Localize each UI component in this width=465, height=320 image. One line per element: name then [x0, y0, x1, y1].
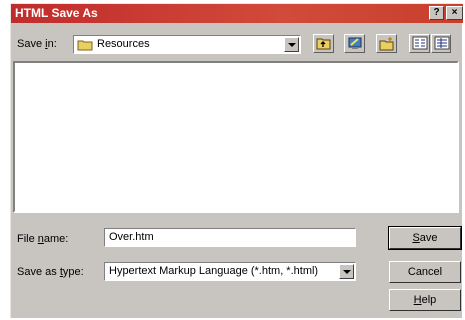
up-one-level-icon [316, 38, 331, 50]
help-button[interactable]: Help [389, 289, 461, 311]
save-as-dialog: HTML Save As ? × Save in: Resources File… [10, 3, 463, 318]
file-name-field[interactable] [104, 228, 356, 247]
save-as-type-value: Hypertext Markup Language (*.htm, *.html… [109, 265, 319, 277]
list-view-icon [412, 36, 428, 50]
list-view-button[interactable] [409, 34, 430, 53]
desktop-button[interactable] [344, 34, 365, 53]
file-name-input[interactable] [105, 229, 355, 245]
folder-icon [77, 39, 93, 54]
save-as-type-dropdown[interactable]: Hypertext Markup Language (*.htm, *.html… [104, 262, 356, 281]
file-list[interactable] [13, 61, 459, 213]
create-new-folder-button[interactable] [376, 34, 397, 53]
close-button[interactable]: × [446, 6, 463, 20]
create-new-folder-icon [379, 37, 394, 51]
save-as-type-label: Save as type: [17, 266, 84, 278]
details-view-icon [434, 36, 450, 50]
save-as-type-dropdown-arrow-icon[interactable] [339, 264, 354, 279]
dialog-title: HTML Save As [15, 6, 98, 20]
save-in-value: Resources [97, 38, 150, 50]
close-icon: × [451, 7, 458, 18]
desktop-icon [348, 37, 362, 49]
save-in-dropdown[interactable]: Resources [73, 35, 301, 54]
details-view-button[interactable] [431, 34, 451, 53]
title-bar[interactable]: HTML Save As ? × [11, 4, 463, 23]
save-button[interactable]: Save [388, 226, 462, 250]
question-mark-icon: ? [433, 7, 440, 18]
up-one-level-button[interactable] [313, 34, 334, 53]
save-in-label: Save in: [17, 38, 57, 50]
file-name-label: File name: [17, 233, 69, 245]
help-title-button[interactable]: ? [429, 6, 444, 20]
cancel-button[interactable]: Cancel [389, 261, 461, 283]
save-in-dropdown-arrow-icon[interactable] [284, 37, 299, 52]
